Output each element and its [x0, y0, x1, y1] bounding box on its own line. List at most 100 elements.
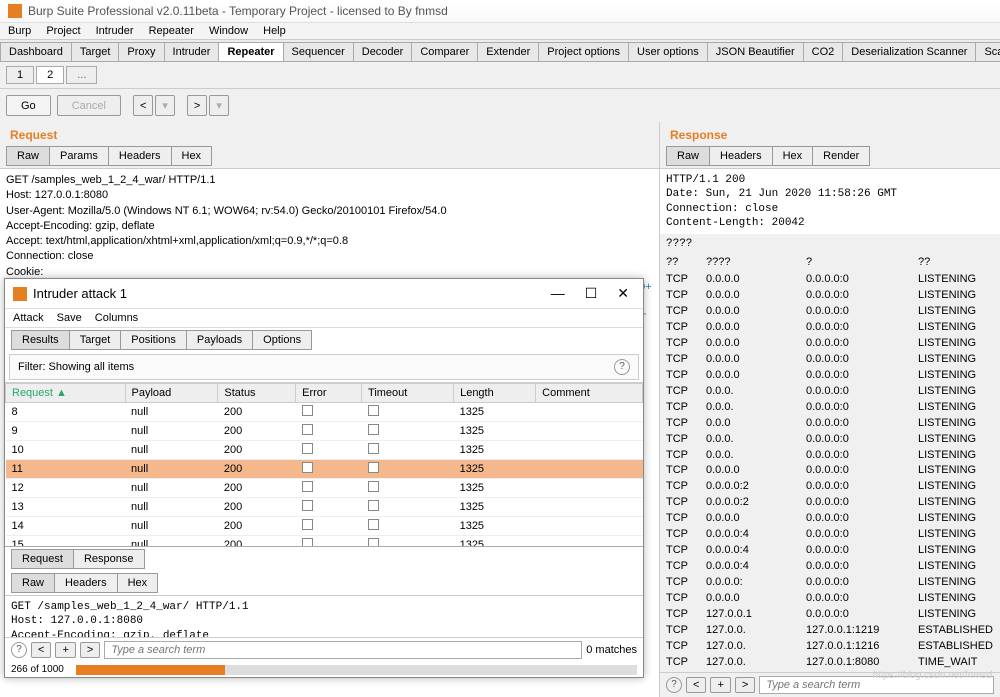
table-row[interactable]: 14null2001325: [6, 517, 643, 536]
table-row[interactable]: 8null2001325: [6, 403, 643, 422]
progress-counter: 266 of 1000: [5, 662, 70, 677]
menu-window[interactable]: Window: [209, 25, 248, 37]
search-add-button[interactable]: +: [710, 677, 730, 693]
main-tab-dashboard[interactable]: Dashboard: [0, 42, 72, 61]
close-icon[interactable]: ✕: [617, 285, 629, 302]
table-row[interactable]: 10null2001325: [6, 441, 643, 460]
intruder-tab-payloads[interactable]: Payloads: [186, 330, 253, 350]
intruder-tab-positions[interactable]: Positions: [120, 330, 187, 350]
menubar: Burp Project Intruder Repeater Window He…: [0, 23, 1000, 40]
main-tab-repeater[interactable]: Repeater: [218, 42, 283, 61]
intruder-tab-target[interactable]: Target: [69, 330, 122, 350]
intruder-menu-save[interactable]: Save: [57, 312, 82, 324]
main-tab-deserialization-scanner[interactable]: Deserialization Scanner: [842, 42, 976, 61]
intruder-menu-attack[interactable]: Attack: [13, 312, 44, 324]
netstat-row: TCP0.0.0.0:20.0.0.0:0LISTENING: [666, 495, 994, 511]
burp-logo-icon: [13, 287, 27, 301]
request-tab-headers[interactable]: Headers: [108, 146, 172, 166]
help-icon[interactable]: ?: [666, 677, 682, 693]
filter-row[interactable]: Filter: Showing all items ?: [9, 354, 639, 380]
lower-raw-body[interactable]: GET /samples_web_1_2_4_war/ HTTP/1.1 Hos…: [5, 595, 643, 637]
request-title: Request: [0, 122, 659, 144]
menu-help[interactable]: Help: [263, 25, 286, 37]
intruder-lower-inner-tabs: Raw Headers Hex: [5, 571, 643, 595]
col-comment[interactable]: Comment: [536, 384, 643, 403]
request-tab-raw[interactable]: Raw: [6, 146, 50, 166]
nav-back-dropdown[interactable]: ▾: [155, 95, 175, 116]
response-headers-text[interactable]: HTTP/1.1 200 Date: Sun, 21 Jun 2020 11:5…: [660, 168, 1000, 234]
minimize-icon[interactable]: —: [551, 285, 565, 302]
lower-inner-headers[interactable]: Headers: [54, 573, 118, 593]
filter-text: Filter: Showing all items: [18, 361, 134, 373]
col-payload[interactable]: Payload: [125, 384, 218, 403]
main-tab-project-options[interactable]: Project options: [538, 42, 629, 61]
help-icon[interactable]: ?: [614, 359, 630, 375]
search-next-button[interactable]: >: [80, 642, 100, 658]
go-button[interactable]: Go: [6, 95, 51, 116]
search-add-button[interactable]: +: [55, 642, 75, 658]
help-icon[interactable]: ?: [11, 642, 27, 658]
col-length[interactable]: Length: [454, 384, 536, 403]
netstat-header: ?????????: [660, 254, 1000, 270]
search-prev-button[interactable]: <: [686, 677, 706, 693]
col-timeout[interactable]: Timeout: [362, 384, 454, 403]
main-tab-extender[interactable]: Extender: [477, 42, 539, 61]
menu-project[interactable]: Project: [46, 25, 80, 37]
maximize-icon[interactable]: ☐: [585, 285, 598, 302]
nav-fwd-dropdown[interactable]: ▾: [209, 95, 229, 116]
menu-burp[interactable]: Burp: [8, 25, 31, 37]
col-status[interactable]: Status: [218, 384, 296, 403]
search-next-button[interactable]: >: [735, 677, 755, 693]
lower-inner-hex[interactable]: Hex: [117, 573, 159, 593]
netstat-row: TCP0.0.0.00.0.0.0:0LISTENING: [666, 463, 994, 479]
main-tab-target[interactable]: Target: [71, 42, 120, 61]
col-request[interactable]: Request ▲: [6, 384, 126, 403]
nav-fwd-button[interactable]: >: [187, 95, 207, 116]
main-tab-scan-check-builder[interactable]: Scan Check Builder: [975, 42, 1000, 61]
main-tab-user-options[interactable]: User options: [628, 42, 708, 61]
netstat-list[interactable]: TCP0.0.0.00.0.0.0:0LISTENING TCP0.0.0.00.…: [660, 270, 1000, 672]
subtab-2[interactable]: 2: [36, 66, 64, 84]
main-tab-proxy[interactable]: Proxy: [118, 42, 164, 61]
response-tab-render[interactable]: Render: [812, 146, 870, 166]
intruder-menu-columns[interactable]: Columns: [95, 312, 138, 324]
results-table[interactable]: Request ▲ Payload Status Error Timeout L…: [5, 382, 643, 546]
netstat-row: TCP127.0.0.127.0.0.1:1219ESTABLISHED: [666, 623, 994, 639]
table-row[interactable]: 13null2001325: [6, 498, 643, 517]
netstat-row: TCP0.0.0.00.0.0.0:0LISTENING: [666, 288, 994, 304]
main-tab-json-beautifier[interactable]: JSON Beautifier: [707, 42, 804, 61]
search-prev-button[interactable]: <: [31, 642, 51, 658]
response-tab-hex[interactable]: Hex: [772, 146, 814, 166]
intruder-window: Intruder attack 1 — ☐ ✕ Attack Save Colu…: [4, 278, 644, 678]
response-tabs: Raw Headers Hex Render: [660, 144, 1000, 168]
repeater-subtabs: 1 2 ...: [0, 62, 1000, 89]
request-tab-hex[interactable]: Hex: [171, 146, 213, 166]
main-tab-intruder[interactable]: Intruder: [164, 42, 220, 61]
intruder-search-input[interactable]: [104, 641, 582, 659]
intruder-tab-options[interactable]: Options: [252, 330, 312, 350]
request-tab-params[interactable]: Params: [49, 146, 109, 166]
main-tab-sequencer[interactable]: Sequencer: [283, 42, 354, 61]
response-tab-headers[interactable]: Headers: [709, 146, 773, 166]
response-tab-raw[interactable]: Raw: [666, 146, 710, 166]
nav-back-button[interactable]: <: [133, 95, 153, 116]
netstat-row: TCP0.0.0.00.0.0.0:0LISTENING: [666, 320, 994, 336]
table-row[interactable]: 9null2001325: [6, 422, 643, 441]
subtab-1[interactable]: 1: [6, 66, 34, 84]
lower-inner-raw[interactable]: Raw: [11, 573, 55, 593]
lower-tab-request[interactable]: Request: [11, 549, 74, 569]
menu-repeater[interactable]: Repeater: [149, 25, 194, 37]
main-tab-decoder[interactable]: Decoder: [353, 42, 413, 61]
subtab-add[interactable]: ...: [66, 66, 97, 84]
intruder-tab-results[interactable]: Results: [11, 330, 70, 350]
col-error[interactable]: Error: [296, 384, 362, 403]
main-tab-co2[interactable]: CO2: [803, 42, 844, 61]
table-row[interactable]: 11null2001325: [6, 460, 643, 479]
table-row[interactable]: 15null2001325: [6, 536, 643, 547]
table-row[interactable]: 12null2001325: [6, 479, 643, 498]
main-tab-comparer[interactable]: Comparer: [411, 42, 478, 61]
cancel-button: Cancel: [57, 95, 121, 116]
lower-tab-response[interactable]: Response: [73, 549, 145, 569]
burp-logo-icon: [8, 4, 22, 18]
menu-intruder[interactable]: Intruder: [96, 25, 134, 37]
